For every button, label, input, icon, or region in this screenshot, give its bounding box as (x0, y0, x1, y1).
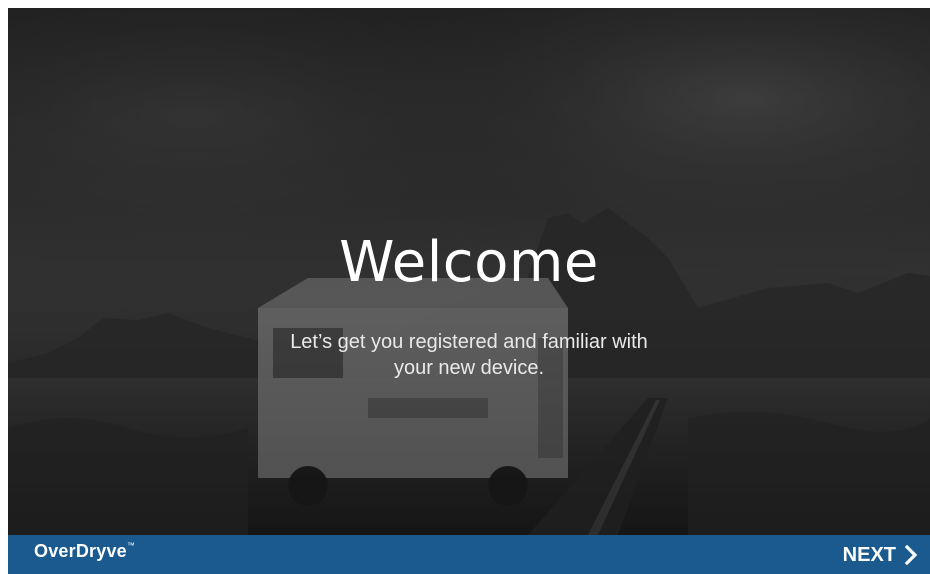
footer-bar: OverDryve™ NEXT (8, 535, 930, 574)
welcome-screen: Welcome Let’s get you registered and fam… (8, 8, 930, 574)
chevron-right-icon (904, 545, 918, 565)
next-button[interactable]: NEXT (843, 539, 918, 571)
subtitle-line-1: Let’s get you registered and familiar wi… (290, 331, 648, 353)
trademark-mark: ™ (126, 541, 136, 550)
subtitle-line-2: your new device. (393, 357, 545, 379)
welcome-subtitle: Let’s get you registered and familiar wi… (219, 329, 719, 381)
next-label: NEXT (842, 543, 896, 566)
brand-name: OverDryve (34, 541, 127, 561)
overdryve-logo: OverDryve™ (34, 541, 135, 562)
welcome-title: Welcome (339, 230, 599, 295)
